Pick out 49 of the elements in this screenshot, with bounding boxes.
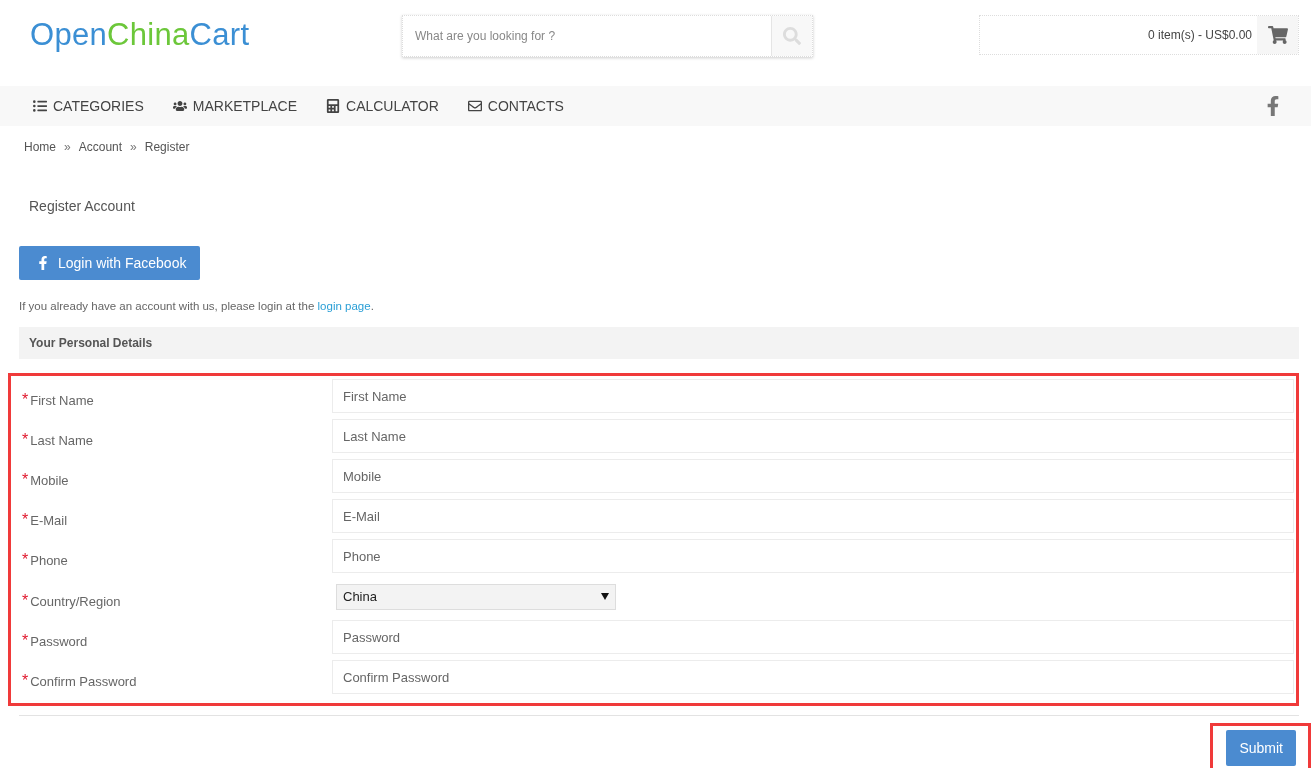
cart-button[interactable] [1257, 16, 1298, 54]
nav-item[interactable]: CALCULATOR [326, 98, 439, 114]
section-header: Your Personal Details [19, 327, 1299, 359]
nav-item[interactable]: CATEGORIES [33, 98, 144, 114]
nav-item[interactable]: CONTACTS [467, 98, 564, 114]
field-label: *E-Mail [22, 510, 69, 529]
required-mark: * [22, 511, 29, 528]
cart-icon [1267, 25, 1288, 45]
list-icon [33, 99, 47, 113]
input-field[interactable]: Confirm Password [332, 660, 1294, 694]
mail-icon [467, 99, 482, 113]
required-mark: * [22, 591, 29, 609]
breadcrumb-separator: » [64, 140, 71, 156]
required-mark: * [22, 632, 29, 649]
input-field[interactable]: Last Name [332, 419, 1294, 453]
field-label: *Confirm Password [22, 671, 138, 690]
users-icon [172, 99, 187, 113]
submit-button[interactable]: Submit [1226, 730, 1296, 766]
breadcrumb-link[interactable]: Account [78, 140, 123, 166]
field-label: *Last Name [22, 430, 95, 449]
country-select[interactable]: China [336, 583, 616, 610]
facebook-icon [36, 256, 50, 270]
breadcrumb-link[interactable]: Home [24, 140, 56, 166]
breadcrumb-separator: » [130, 140, 137, 156]
page-title: Register Account [28, 197, 136, 216]
input-field[interactable]: Phone [332, 539, 1294, 573]
login-note: If you already have an account with us, please login at the login page. [19, 300, 375, 312]
search-field[interactable]: What are you looking for ? [402, 15, 813, 57]
field-label: *First Name [22, 390, 95, 409]
input-field[interactable]: First Name [332, 379, 1294, 413]
field-label: *Phone [22, 550, 69, 569]
input-field[interactable]: Mobile [332, 459, 1294, 493]
field-label: *Password [22, 631, 89, 650]
required-mark: * [22, 431, 29, 448]
field-label: *Country/Region [22, 590, 122, 610]
nav-item[interactable]: MARKETPLACE [172, 98, 297, 114]
search-icon [783, 27, 801, 45]
cart-summary[interactable]: 0 item(s) - US$0.00 [1147, 28, 1257, 42]
required-mark: * [22, 672, 29, 689]
required-mark: * [22, 551, 29, 568]
calculator-icon [326, 99, 340, 113]
caret-icon [601, 593, 609, 600]
field-label: *Mobile [22, 470, 70, 489]
required-mark: * [22, 391, 29, 408]
input-field[interactable]: Password [332, 620, 1294, 654]
required-mark: * [22, 471, 29, 488]
input-field[interactable]: E-Mail [332, 499, 1294, 533]
breadcrumb-link[interactable]: Register [144, 140, 190, 166]
facebook-login-button[interactable]: Login with Facebook [19, 246, 201, 280]
